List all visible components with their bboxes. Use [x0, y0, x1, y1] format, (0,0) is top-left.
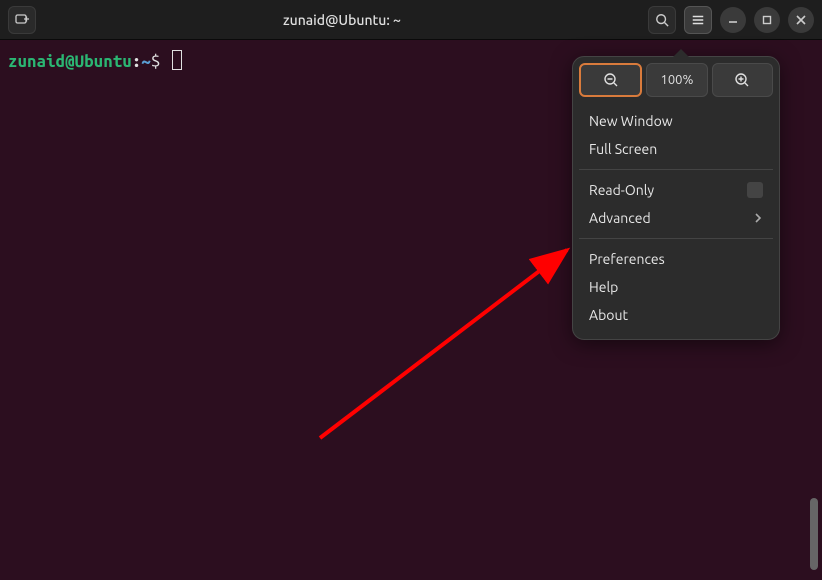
menu-divider	[579, 169, 773, 170]
read-only-checkbox[interactable]	[747, 182, 763, 198]
new-tab-button[interactable]	[8, 6, 36, 34]
maximize-button[interactable]	[754, 7, 780, 33]
chevron-right-icon	[753, 210, 763, 226]
menu-item-advanced[interactable]: Advanced	[579, 204, 773, 232]
menu-label-help: Help	[589, 279, 618, 295]
prompt-symbol: $	[151, 52, 161, 71]
window-title: zunaid@Ubuntu: ~	[36, 12, 648, 28]
minimize-button[interactable]	[720, 7, 746, 33]
hamburger-menu-button[interactable]	[684, 6, 712, 34]
search-button[interactable]	[648, 6, 676, 34]
menu-item-preferences[interactable]: Preferences	[579, 245, 773, 273]
zoom-out-button[interactable]	[579, 63, 642, 97]
menu-label-new-window: New Window	[589, 113, 673, 129]
menu-item-read-only[interactable]: Read-Only	[579, 176, 773, 204]
menu-item-full-screen[interactable]: Full Screen	[579, 135, 773, 163]
menu-label-preferences: Preferences	[589, 251, 665, 267]
menu-label-advanced: Advanced	[589, 210, 651, 226]
menu-label-full-screen: Full Screen	[589, 141, 657, 157]
zoom-in-button[interactable]	[712, 63, 773, 97]
close-button[interactable]	[788, 7, 814, 33]
menu-item-new-window[interactable]: New Window	[579, 107, 773, 135]
zoom-level-label[interactable]: 100%	[646, 63, 707, 97]
menu-label-read-only: Read-Only	[589, 182, 654, 198]
titlebar: zunaid@Ubuntu: ~	[0, 0, 822, 40]
menu-label-about: About	[589, 307, 628, 323]
terminal-cursor	[172, 50, 182, 70]
prompt-path: ~	[141, 52, 151, 71]
menu-divider	[579, 238, 773, 239]
prompt-user-host: zunaid@Ubuntu	[8, 52, 132, 71]
menu-item-help[interactable]: Help	[579, 273, 773, 301]
scrollbar-thumb[interactable]	[810, 498, 818, 570]
hamburger-menu-popover: 100% New Window Full Screen Read-Only Ad…	[572, 56, 780, 340]
prompt-colon: :	[132, 52, 142, 71]
menu-item-about[interactable]: About	[579, 301, 773, 329]
